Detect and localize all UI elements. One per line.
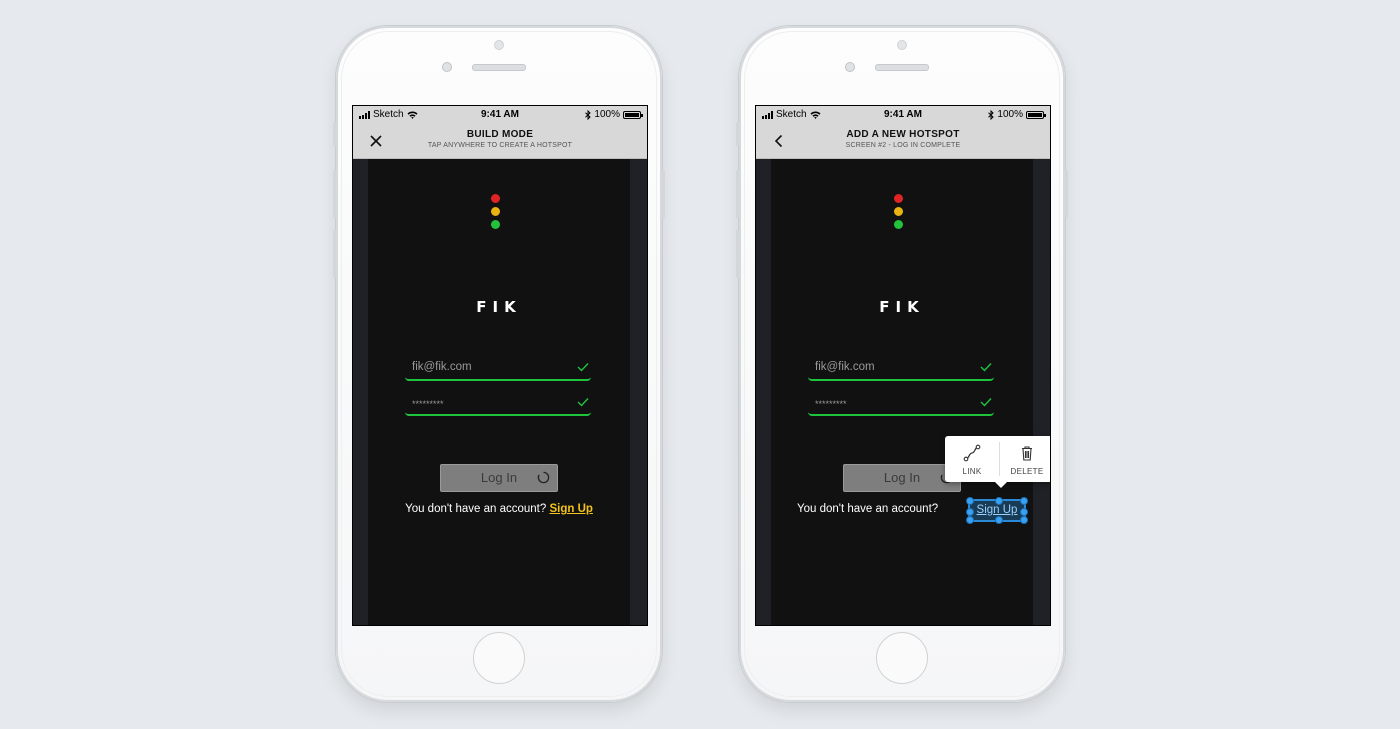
app-preview[interactable]: FIK fik@fik.com ********* Log In You don… [368,159,630,625]
email-field[interactable]: fik@fik.com [808,359,994,381]
resize-handle[interactable] [966,516,974,524]
bluetooth-icon [988,109,995,120]
resize-handle[interactable] [995,497,1003,505]
nav-subtitle: TAP ANYWHERE TO CREATE A HOTSPOT [427,142,573,149]
phone-mockup-right: Sketch 9:41 AM 100% ADD A NEW HOTSPOT SC… [736,26,1068,702]
battery-icon [623,110,643,119]
checkmark-icon [980,398,992,407]
front-camera [897,40,907,50]
nav-bar: ADD A NEW HOTSPOT SCREEN #2 - LOG IN COM… [756,124,1050,159]
link-option-button[interactable]: LINK [945,436,999,482]
password-value: ********* [412,399,444,409]
login-button[interactable]: Log In [843,464,961,492]
hotspot-popover: LINK DELETE [945,436,1050,488]
signup-link[interactable]: Sign Up [549,503,592,515]
password-field[interactable]: ********* [405,394,591,416]
checkmark-icon [980,363,992,372]
no-account-text: You don't have an account? [797,503,939,515]
no-account-text: You don't have an account? [405,503,547,515]
resize-handle[interactable] [1020,508,1028,516]
status-bar: Sketch 9:41 AM 100% [756,106,1050,124]
earpiece-speaker [472,64,526,71]
link-curve-icon [963,444,981,462]
login-button[interactable]: Log In [440,464,558,492]
email-field[interactable]: fik@fik.com [405,359,591,381]
logo-text: FIK [476,298,522,316]
home-button[interactable] [473,632,525,684]
battery-icon [1026,110,1046,119]
password-field[interactable]: ********* [808,394,994,416]
phone-screen: Sketch 9:41 AM 100% BUILD MODE TAP ANYWH… [352,105,648,626]
delete-label: DELETE [1010,467,1044,476]
login-label: Log In [883,470,921,485]
bluetooth-icon [585,109,592,120]
signup-link[interactable]: Sign Up [970,504,1024,516]
nav-title: ADD A NEW HOTSPOT [846,129,960,140]
front-camera [494,40,504,50]
battery-percent: 100% [594,109,620,120]
login-label: Log In [480,470,518,485]
hotspot-selection[interactable]: Sign Up [966,497,1028,524]
nav-subtitle: SCREEN #2 - LOG IN COMPLETE [845,142,961,149]
nav-bar: BUILD MODE TAP ANYWHERE TO CREATE A HOTS… [353,124,647,159]
email-value: fik@fik.com [815,361,875,373]
resize-handle[interactable] [966,497,974,505]
traffic-light-logo-icon [894,194,904,233]
loading-spinner-icon [537,471,550,484]
earpiece-speaker [875,64,929,71]
status-bar: Sketch 9:41 AM 100% [353,106,647,124]
resize-handle[interactable] [995,516,1003,524]
resize-handle[interactable] [1020,516,1028,524]
battery-percent: 100% [997,109,1023,120]
link-label: LINK [962,467,982,476]
checkmark-icon [577,398,589,407]
app-preview[interactable]: FIK fik@fik.com ********* Log In You don… [771,159,1050,625]
trash-icon [1022,446,1032,461]
home-button[interactable] [876,632,928,684]
signup-prompt: You don't have an account? Sign Up [368,503,630,515]
traffic-light-logo-icon [491,194,501,233]
proximity-sensor [845,62,855,72]
email-value: fik@fik.com [412,361,472,373]
resize-handle[interactable] [966,508,974,516]
password-value: ********* [815,399,847,409]
resize-handle[interactable] [1020,497,1028,505]
phone-mockup-left: Sketch 9:41 AM 100% BUILD MODE TAP ANYWH… [333,26,665,702]
logo-text: FIK [879,298,925,316]
phone-screen: Sketch 9:41 AM 100% ADD A NEW HOTSPOT SC… [755,105,1051,626]
proximity-sensor [442,62,452,72]
checkmark-icon [577,363,589,372]
delete-option-button[interactable]: DELETE [1000,436,1050,482]
nav-title: BUILD MODE [466,129,534,140]
